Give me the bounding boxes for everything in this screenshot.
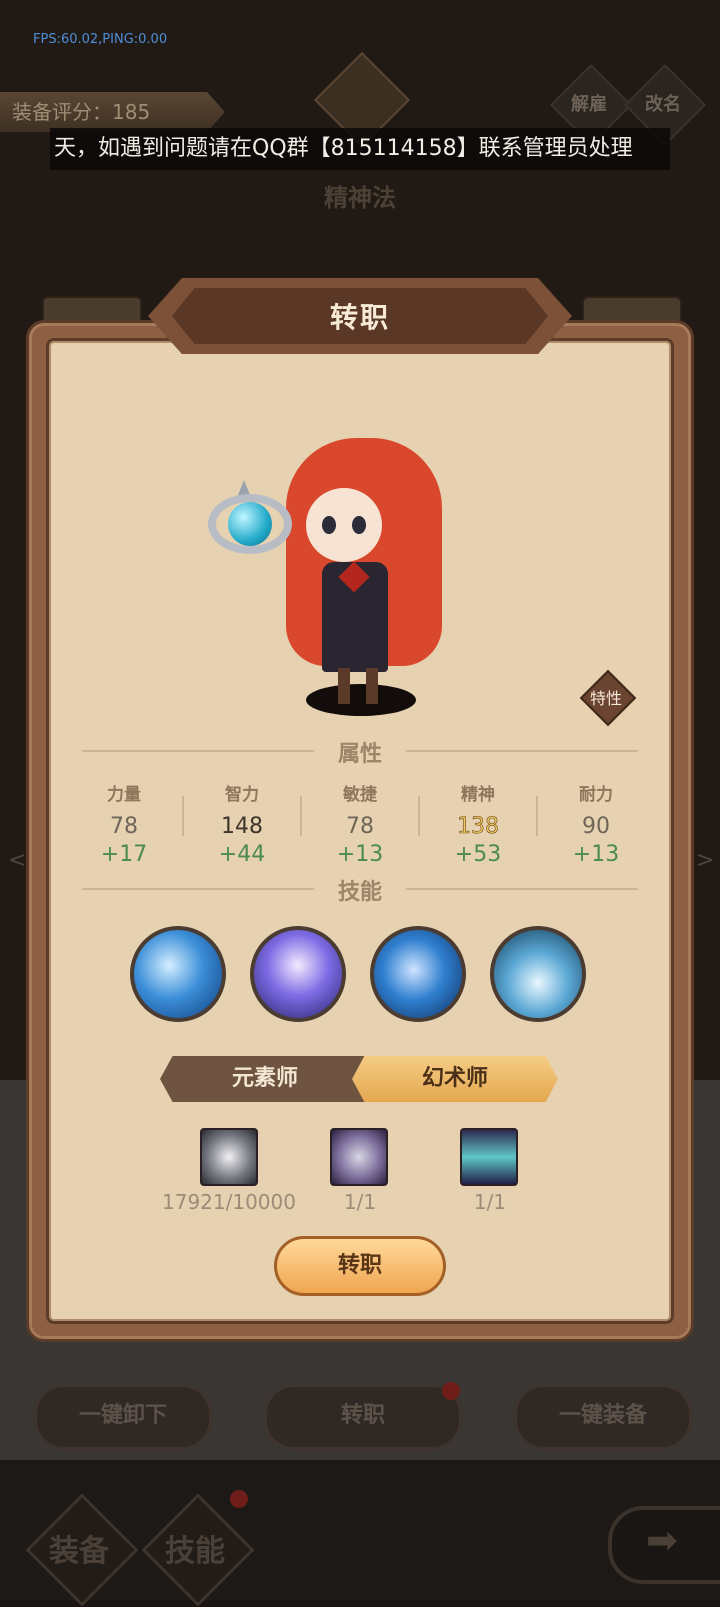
tab-equipment[interactable]: 装备 <box>24 1526 134 1570</box>
stat-bonus: +13 <box>572 842 620 867</box>
stat-name: 力量 <box>107 785 141 805</box>
stat-name: 敏捷 <box>343 785 377 805</box>
attributes-heading: 属性 <box>337 742 382 767</box>
skills-notification-dot <box>230 1490 248 1508</box>
next-hero-arrow-icon[interactable]: > <box>696 848 714 873</box>
stat-base: 148 <box>221 814 263 839</box>
stat-base: 90 <box>582 814 610 839</box>
material-count: 1/1 <box>343 1190 377 1214</box>
class-subtitle: 精神法 <box>324 184 396 212</box>
character-leg-left <box>338 668 350 704</box>
divider <box>82 750 314 752</box>
stat-spirit: 精神 138 +53 <box>420 780 536 870</box>
robe-icon[interactable] <box>460 1128 518 1186</box>
return-arrow-icon: ➡ <box>646 1518 678 1562</box>
modal-title: 转职 <box>329 301 390 334</box>
material-count: 1/1 <box>473 1190 507 1214</box>
equip-all-button[interactable]: 一键装备 <box>514 1384 692 1450</box>
stat-agility: 敏捷 78 +13 <box>302 780 418 870</box>
job-change-bottom-button[interactable]: 转职 <box>264 1384 462 1450</box>
stat-name: 耐力 <box>579 785 613 805</box>
dash-skill-icon[interactable] <box>250 926 346 1022</box>
stat-bonus: +17 <box>100 842 148 867</box>
frost-burst-skill-icon[interactable] <box>490 926 586 1022</box>
stat-base: 78 <box>346 814 374 839</box>
rename-button[interactable]: 改名 <box>633 90 693 116</box>
prev-hero-arrow-icon[interactable]: < <box>8 848 26 873</box>
tab-illusionist[interactable]: 幻术师 <box>352 1056 558 1102</box>
lightning-skill-icon[interactable] <box>130 926 226 1022</box>
ice-shard-skill-icon[interactable] <box>370 926 466 1022</box>
skills-heading: 技能 <box>337 880 382 905</box>
fps-counter: FPS:60.02,PING:0.00 <box>33 32 168 47</box>
divider <box>406 750 638 752</box>
stat-base: 138 <box>457 814 500 840</box>
magic-orb-icon <box>228 502 272 546</box>
divider <box>82 888 314 890</box>
character-shadow <box>306 684 416 716</box>
stone-icon[interactable] <box>330 1128 388 1186</box>
confirm-job-change-button[interactable]: 转职 <box>274 1236 446 1296</box>
tab-skills[interactable]: 技能 <box>140 1526 250 1570</box>
stat-name: 精神 <box>461 785 495 805</box>
stat-bonus: +44 <box>218 842 266 867</box>
stat-base: 78 <box>110 814 138 839</box>
stat-name: 智力 <box>225 785 259 805</box>
character-eye-right <box>352 516 366 534</box>
silver-coin-icon[interactable] <box>200 1128 258 1186</box>
stat-strength: 力量 78 +17 <box>66 780 182 870</box>
stat-bonus: +13 <box>336 842 384 867</box>
stat-stamina: 耐力 90 +13 <box>538 780 654 870</box>
stat-bonus: +53 <box>454 842 502 867</box>
dismiss-button[interactable]: 解雇 <box>559 90 619 116</box>
stat-intelligence: 智力 148 +44 <box>184 780 300 870</box>
divider <box>406 888 638 890</box>
scrolling-notice: 天，如遇到问题请在QQ群【815114158】联系管理员处理 <box>50 128 670 170</box>
equipment-rating: 装备评分：185 <box>0 92 225 132</box>
character-leg-right <box>366 668 378 704</box>
material-count: 17921/10000 <box>162 1190 296 1214</box>
unequip-all-button[interactable]: 一键卸下 <box>34 1384 212 1450</box>
trait-button[interactable]: 特性 <box>578 685 634 709</box>
notification-dot <box>442 1382 460 1400</box>
character-eye-left <box>322 516 336 534</box>
character-face <box>306 488 382 562</box>
tab-elementalist[interactable]: 元素师 <box>160 1056 370 1102</box>
